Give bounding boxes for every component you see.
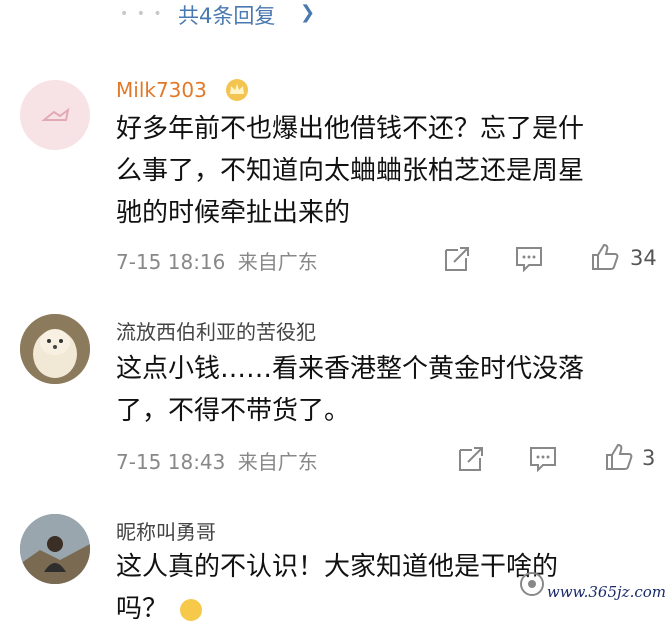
comment-line: 了，不得不带货了。 (116, 396, 351, 426)
comment-meta: 7-15 18:16 来自广东 (116, 246, 318, 275)
more-replies-row: • • • 共4条回复 ❯ (0, 0, 672, 40)
username[interactable]: 流放西伯利亚的苦役犯 (116, 316, 316, 345)
comment-time: 7-15 18:16 (116, 250, 226, 274)
dog-avatar-icon (20, 314, 90, 384)
comment-meta: 7-15 18:43 来自广东 (116, 446, 318, 475)
like-count: 34 (630, 246, 657, 270)
comment-line: 这点小钱……看来香港整个黄金时代没落 (116, 354, 585, 384)
comment-line: 好多年前不也爆出他借钱不还？忘了是什 (116, 114, 585, 144)
default-avatar-icon (41, 107, 70, 121)
share-icon[interactable] (442, 244, 472, 274)
divider-dots: • • • (120, 6, 164, 22)
avatar[interactable] (20, 80, 90, 150)
comment-text: 好多年前不也爆出他借钱不还？忘了是什 么事了，不知道向太蛐蛐张柏芝还是周星 驰的… (116, 108, 656, 234)
comment-line: 驰的时候牵扯出来的 (116, 198, 351, 228)
like-icon[interactable] (590, 242, 620, 272)
person-avatar-icon (20, 514, 90, 584)
username[interactable]: 昵称叫勇哥 (116, 516, 216, 545)
comment-line-text: 吗？ (116, 594, 169, 624)
avatar[interactable] (20, 514, 90, 584)
comment-item: Milk7303 好多年前不也爆出他借钱不还？忘了是什 么事了，不知道向太蛐蛐张… (0, 70, 672, 290)
comment-line: 这人真的不认识！大家知道他是干啥的 (116, 552, 559, 582)
thinking-emoji-icon (180, 598, 203, 621)
chevron-right-icon[interactable]: ❯ (300, 2, 315, 23)
watermark: www.365jz.com (546, 583, 666, 601)
share-icon[interactable] (456, 444, 486, 474)
comment-line: 么事了，不知道向太蛐蛐张柏芝还是周星 (116, 156, 585, 186)
more-replies-link[interactable]: 共4条回复 (178, 0, 275, 30)
comment-source: 来自广东 (237, 450, 318, 474)
comment-icon[interactable] (528, 444, 558, 474)
comment-text: 这点小钱……看来香港整个黄金时代没落 了，不得不带货了。 (116, 348, 656, 432)
comment-item: 流放西伯利亚的苦役犯 这点小钱……看来香港整个黄金时代没落 了，不得不带货了。 … (0, 308, 672, 498)
comment-time: 7-15 18:43 (116, 450, 226, 474)
username[interactable]: Milk7303 (116, 78, 207, 102)
avatar[interactable] (20, 314, 90, 384)
like-icon[interactable] (604, 442, 634, 472)
like-count: 3 (642, 446, 656, 470)
vip-crown-icon (226, 79, 248, 101)
comment-icon[interactable] (514, 244, 544, 274)
comment-source: 来自广东 (237, 250, 318, 274)
